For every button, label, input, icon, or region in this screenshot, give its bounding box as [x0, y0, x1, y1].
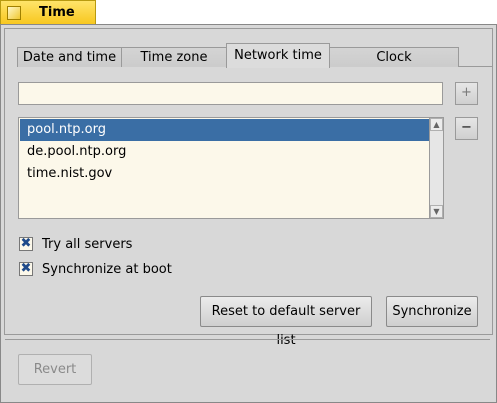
window-title: Time [39, 5, 75, 20]
server-list-item[interactable]: pool.ntp.org [20, 119, 430, 141]
revert-button[interactable]: Revert [18, 354, 92, 385]
reset-server-list-button[interactable]: Reset to default server list [200, 296, 372, 348]
sync-at-boot-label[interactable]: Synchronize at boot [42, 262, 172, 277]
close-icon[interactable] [7, 6, 21, 20]
try-all-servers-checkbox[interactable]: ✖ [19, 237, 33, 251]
tab-date-and-time[interactable]: Date and time [17, 47, 122, 68]
server-list-item[interactable]: de.pool.ntp.org [20, 141, 430, 163]
server-list-item[interactable]: time.nist.gov [20, 163, 430, 185]
server-input[interactable] [18, 82, 443, 105]
window-title-tab[interactable]: Time [0, 0, 96, 25]
list-scrollbar[interactable]: ▲ ▼ [429, 118, 443, 218]
tab-clock[interactable]: Clock [329, 47, 459, 68]
scroll-down-icon[interactable]: ▼ [430, 205, 443, 218]
try-all-servers-label[interactable]: Try all servers [42, 237, 132, 252]
remove-server-button[interactable]: − [455, 117, 478, 140]
add-server-button[interactable]: + [455, 82, 478, 105]
sync-at-boot-checkbox[interactable]: ✖ [19, 262, 33, 276]
synchronize-button[interactable]: Synchronize [386, 296, 478, 327]
tab-time-zone[interactable]: Time zone [121, 47, 227, 68]
scroll-up-icon[interactable]: ▲ [430, 118, 443, 131]
divider [5, 339, 490, 340]
server-list[interactable]: pool.ntp.org de.pool.ntp.org time.nist.g… [18, 117, 444, 219]
tab-network-time[interactable]: Network time [226, 43, 330, 68]
tab-bar: Date and time Time zone Network time Clo… [17, 43, 492, 68]
